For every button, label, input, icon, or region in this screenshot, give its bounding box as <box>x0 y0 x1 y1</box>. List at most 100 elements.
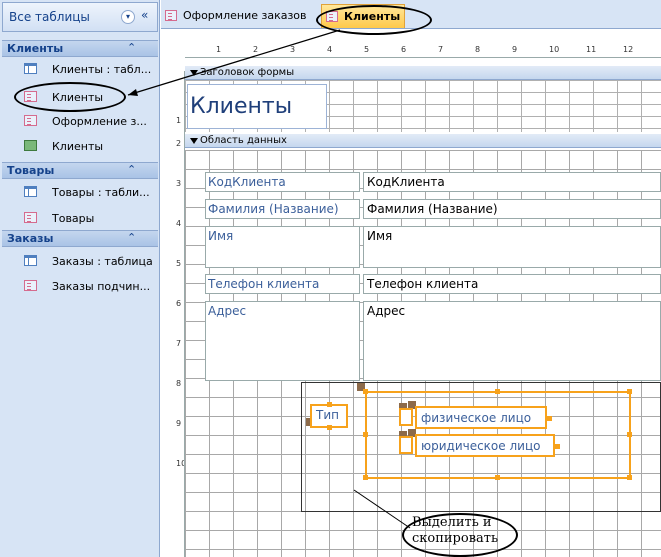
ruler-mark: 6 <box>176 299 182 308</box>
collapse-pane-icon[interactable]: « <box>141 8 148 22</box>
nav-item-label: Оформление з... <box>52 115 147 128</box>
resize-handle[interactable] <box>495 389 500 394</box>
section-title: Заголовок формы <box>200 67 295 78</box>
field-control[interactable]: КодКлиента <box>363 172 661 192</box>
field-label[interactable]: Фамилия (Название) <box>205 199 360 219</box>
option-label-text: физическое лицо <box>421 411 532 425</box>
nav-group-title: Клиенты <box>7 42 64 55</box>
field-control[interactable]: Телефон клиента <box>363 274 661 294</box>
ruler-mark: 10 <box>176 459 184 468</box>
nav-group-title: Товары <box>7 164 55 177</box>
tab-label: Оформление заказов <box>183 9 307 22</box>
field-control[interactable]: Фамилия (Название) <box>363 199 661 219</box>
ruler-mark: 8 <box>176 379 182 388</box>
resize-handle[interactable] <box>327 425 332 430</box>
nav-item-orders-table[interactable]: Заказы : таблица <box>2 250 158 272</box>
resize-handle[interactable] <box>627 432 632 437</box>
option-button[interactable] <box>399 408 413 426</box>
section-bar-detail[interactable]: Область данных <box>185 134 661 148</box>
ruler-mark: 8 <box>475 45 481 54</box>
chevron-down-icon[interactable]: ▾ <box>121 10 135 24</box>
ruler-mark: 3 <box>290 45 296 54</box>
option-label[interactable]: юридическое лицо <box>415 434 555 457</box>
section-title: Область данных <box>200 135 287 146</box>
ruler-mark: 7 <box>438 45 444 54</box>
field-label[interactable]: КодКлиента <box>205 172 360 192</box>
chevron-up-icon[interactable]: ⌃ <box>127 231 136 244</box>
option-label[interactable]: физическое лицо <box>415 406 547 429</box>
nav-item-orders-subform[interactable]: Заказы подчин... <box>2 275 158 297</box>
field-control[interactable]: Имя <box>363 226 661 268</box>
ruler-mark: 1 <box>176 116 182 125</box>
nav-item-label: Заказы : таблица <box>52 255 153 268</box>
table-icon <box>24 63 37 74</box>
form-icon <box>165 10 177 21</box>
ruler-mark: 2 <box>253 45 259 54</box>
tab-orders-form[interactable]: Оформление заказов <box>161 4 319 28</box>
ruler-mark: 4 <box>176 219 182 228</box>
nav-item-products-table[interactable]: Товары : табли... <box>2 181 158 203</box>
nav-item-label: Товары : табли... <box>52 186 150 199</box>
nav-item-label: Клиенты : табл... <box>52 63 152 76</box>
section-bar-header[interactable]: Заголовок формы <box>185 66 661 80</box>
chevron-up-icon[interactable]: ⌃ <box>127 163 136 176</box>
resize-handle[interactable] <box>627 389 632 394</box>
field-label[interactable]: Имя <box>205 226 360 268</box>
resize-handle[interactable] <box>547 416 552 421</box>
nav-item-orders-form[interactable]: Оформление з... <box>2 110 158 132</box>
nav-group-title: Заказы <box>7 232 54 245</box>
resize-handle[interactable] <box>363 475 368 480</box>
resize-handle[interactable] <box>495 475 500 480</box>
resize-handle[interactable] <box>555 444 560 449</box>
option-group-label-text: Тип <box>316 408 339 422</box>
nav-item-products-form[interactable]: Товары <box>2 207 158 229</box>
nav-item-clients-report[interactable]: Клиенты <box>2 135 158 157</box>
form-title-label[interactable]: Клиенты <box>187 84 327 129</box>
field-control[interactable]: Адрес <box>363 301 661 381</box>
nav-item-clients-table[interactable]: Клиенты : табл... <box>2 58 158 80</box>
ruler-mark: 12 <box>623 45 634 54</box>
chevron-up-icon[interactable]: ⌃ <box>127 41 136 54</box>
resize-handle[interactable] <box>327 402 332 407</box>
option-label-text: юридическое лицо <box>421 439 541 453</box>
form-icon <box>24 280 37 291</box>
ruler-mark: 11 <box>586 45 597 54</box>
table-icon <box>24 186 37 197</box>
nav-group-clients[interactable]: Клиенты ⌃ <box>2 40 158 57</box>
ruler-mark: 7 <box>176 339 182 348</box>
nav-group-orders[interactable]: Заказы ⌃ <box>2 230 158 247</box>
resize-handle[interactable] <box>363 432 368 437</box>
ruler-mark: 4 <box>327 45 333 54</box>
ruler-mark: 9 <box>176 419 182 428</box>
ruler-mark: 2 <box>176 139 182 148</box>
report-icon <box>24 140 37 151</box>
nav-item-label: Заказы подчин... <box>52 280 151 293</box>
ruler-mark: 6 <box>401 45 407 54</box>
nav-pane-header[interactable]: Все таблицы ▾ « <box>2 2 158 32</box>
nav-group-products[interactable]: Товары ⌃ <box>2 162 158 179</box>
resize-handle[interactable] <box>627 475 632 480</box>
highlight-ellipse-nav-item <box>14 82 126 112</box>
nav-item-label: Клиенты <box>52 140 104 153</box>
horizontal-ruler[interactable]: 1 2 3 4 5 6 7 8 9 10 11 12 <box>185 44 661 58</box>
field-label[interactable]: Адрес <box>205 301 360 381</box>
highlight-ellipse-tab <box>316 5 432 35</box>
ruler-mark: 5 <box>176 259 182 268</box>
form-icon <box>24 115 37 126</box>
ruler-mark: 10 <box>549 45 560 54</box>
ruler-mark: 5 <box>364 45 370 54</box>
form-icon <box>24 212 37 223</box>
field-label[interactable]: Телефон клиента <box>205 274 360 294</box>
option-button[interactable] <box>399 436 413 454</box>
ruler-mark: 3 <box>176 179 182 188</box>
resize-handle[interactable] <box>363 389 368 394</box>
table-icon <box>24 255 37 266</box>
ruler-mark: 1 <box>216 45 222 54</box>
vertical-ruler[interactable]: 1 2 3 4 5 6 7 8 9 10 <box>175 71 185 557</box>
ruler-mark: 9 <box>512 45 518 54</box>
nav-pane-title: Все таблицы <box>9 10 90 24</box>
callout-text: Выделить и скопировать <box>412 515 499 546</box>
form-designer[interactable]: 123456789101112 12345678910 Заголовок фо… <box>161 30 661 557</box>
nav-item-label: Товары <box>52 212 95 225</box>
form-title-text: Клиенты <box>190 94 293 119</box>
